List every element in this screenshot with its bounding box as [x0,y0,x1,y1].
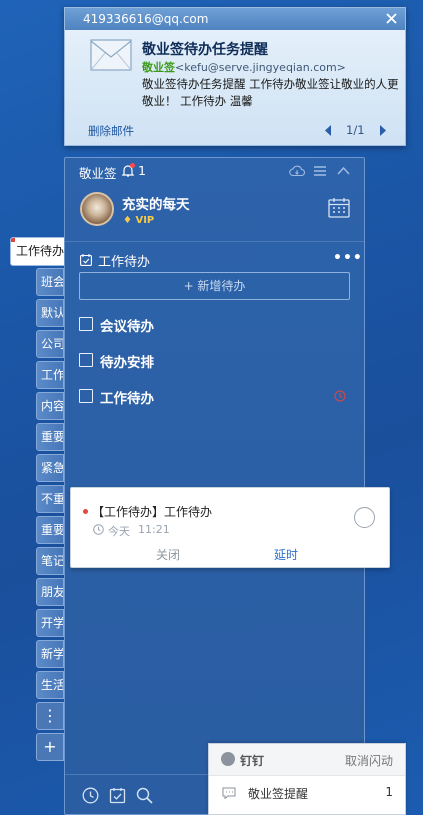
delay-reminder-button[interactable]: 延时 [274,546,298,563]
user-profile: 充实的每天 ♦ VIP [65,184,364,242]
vip-badge: ♦ VIP [123,215,155,226]
email-header: 419336616@qq.com [65,8,405,30]
prev-arrow-icon[interactable] [324,125,333,136]
category-tab[interactable]: 生活 [36,671,64,699]
cloud-sync-icon[interactable] [289,165,305,177]
sender-address: <kefu@serve.jingyeqian.com> [175,61,346,74]
reminder-day: 今天 [108,525,130,538]
todo-checkbox[interactable] [79,317,93,331]
chat-bubble-icon [222,787,236,799]
more-options-button[interactable]: ••• [333,250,363,266]
panel-header: 敬业签 1 [65,158,364,184]
todo-item[interactable]: 工作待办 [79,384,350,408]
completed-list-icon[interactable] [109,787,126,804]
complete-radio[interactable] [354,507,375,528]
reminder-title: 【工作待办】工作待办 [92,505,213,519]
category-tab-label: 工作待办 [16,244,65,258]
search-icon[interactable] [136,787,153,804]
todo-checkbox[interactable] [79,389,93,403]
reminder-popup: 【工作待办】工作待办 今天 11:21 关闭 延时 [70,487,390,568]
todo-checkbox[interactable] [79,353,93,367]
category-tab[interactable]: 班会 [36,268,64,296]
cancel-flash-button[interactable]: 取消闪动 [345,752,393,769]
sender-name: 敬业签 [142,61,175,74]
vip-label: VIP [135,215,155,226]
dingtalk-message[interactable]: 敬业签提醒 [248,785,308,802]
category-tab[interactable]: 紧急 [36,454,64,482]
page-indicator: 1/1 [346,123,365,137]
reminder-dot [83,509,88,514]
todo-item[interactable]: 会议待办 [79,312,350,336]
menu-icon[interactable] [313,165,327,177]
category-tab[interactable]: 工作 [36,361,64,389]
section-header: 工作待办 ••• [65,242,364,276]
todo-text: 工作待办 [100,391,154,407]
notification-dot [130,163,135,168]
avatar[interactable] [80,192,114,226]
category-tab[interactable]: 开学 [36,609,64,637]
clock-icon [93,524,104,535]
category-tab[interactable]: 新学 [36,640,64,668]
category-tab-active[interactable]: 工作待办 [10,237,65,266]
add-todo-button[interactable]: + 新增待办 [79,272,350,300]
history-clock-icon[interactable] [82,787,99,804]
reminder-time: 11:21 [138,523,170,536]
close-icon[interactable] [384,11,399,26]
dingtalk-logo-icon [221,752,235,766]
email-subject: 敬业签待办任务提醒 [142,42,268,58]
todo-list-icon [80,254,92,266]
envelope-icon [90,39,132,71]
email-account: 419336616@qq.com [83,12,209,26]
category-tabs: 班会 默认 公司 工作 内容 重要 紧急 不重 重要 笔记 朋友 开学 新学 生… [36,268,64,702]
notification-count: 1 [138,163,146,178]
todo-text: 会议待办 [100,319,154,335]
user-name: 充实的每天 [122,197,190,213]
category-tab[interactable]: 笔记 [36,547,64,575]
chevron-up-icon[interactable] [337,166,350,175]
category-tab[interactable]: 默认 [36,299,64,327]
todo-panel: 敬业签 1 充实的每天 ♦ VIP 工作待办 ••• + 新增待办 会议待办 待… [64,157,365,815]
email-sender: 敬业签<kefu@serve.jingyeqian.com> [142,59,346,75]
alarm-clock-icon [334,390,346,402]
dingtalk-app-name: 钉钉 [240,754,265,768]
delete-mail-link[interactable]: 删除邮件 [88,123,134,139]
app-title: 敬业签 [79,166,117,181]
category-tab[interactable]: 公司 [36,330,64,358]
section-title: 工作待办 [98,255,151,270]
next-arrow-icon[interactable] [378,125,387,136]
dingtalk-popup: 钉钉 取消闪动 敬业签提醒 1 [208,743,406,815]
category-tab[interactable]: 重要 [36,423,64,451]
active-marker [11,238,15,242]
email-body: 敬业签待办任务提醒 工作待办敬业签让敬业的人更敬业！ 工作待办 温馨 [142,77,399,108]
category-tab[interactable]: 朋友 [36,578,64,606]
add-category-button[interactable]: + [36,733,64,761]
todo-item[interactable]: 待办安排 [79,348,350,372]
dingtalk-message-count: 1 [385,785,393,799]
close-reminder-button[interactable]: 关闭 [156,546,180,563]
more-tabs-button[interactable]: ⋮ [36,702,64,730]
calendar-icon[interactable] [328,197,350,218]
email-notification: 419336616@qq.com 敬业签待办任务提醒 敬业签<kefu@serv… [64,7,406,146]
dingtalk-header: 钉钉 取消闪动 [209,744,405,776]
category-tab[interactable]: 内容 [36,392,64,420]
category-tab[interactable]: 重要 [36,516,64,544]
category-tab[interactable]: 不重 [36,485,64,513]
todo-text: 待办安排 [100,355,154,371]
